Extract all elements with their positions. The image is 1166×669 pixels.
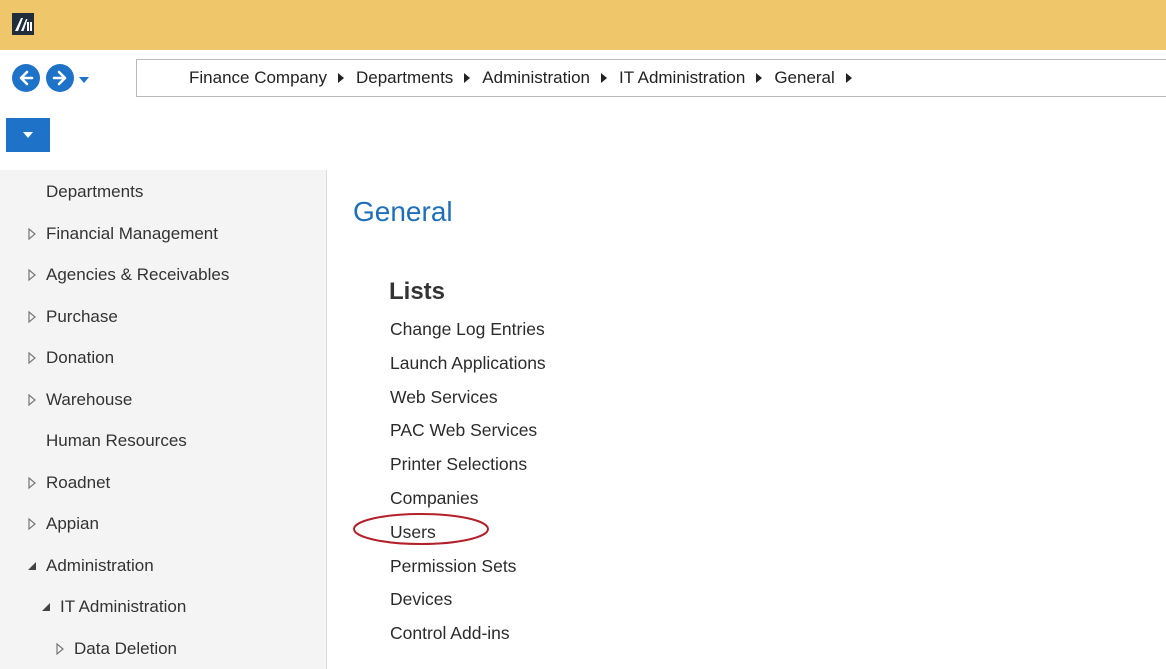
navigation-bar: Finance Company Departments Administrati… (0, 50, 1166, 112)
list-link[interactable]: Printer Selections (390, 454, 527, 475)
sidebar-item[interactable]: IT Administration (0, 592, 326, 622)
main-content: General Lists Change Log Entries Launch A… (327, 170, 1166, 669)
sidebar-item[interactable]: Administration (0, 551, 326, 581)
breadcrumb-item[interactable]: General (774, 68, 834, 88)
breadcrumb-separator-icon[interactable] (845, 73, 852, 83)
sidebar-item-label: Warehouse (46, 389, 133, 409)
collapse-arrow-icon[interactable] (26, 559, 38, 573)
list-link[interactable]: Permission Sets (390, 556, 516, 577)
sidebar-item[interactable]: Warehouse (0, 385, 326, 415)
sidebar-item-label: Departments (46, 182, 144, 201)
breadcrumb-separator-icon[interactable] (601, 73, 608, 83)
sidebar-item-label: Purchase (46, 306, 118, 326)
arrow-left-icon (19, 70, 34, 86)
highlight-oval-annotation (353, 513, 489, 545)
arrow-right-icon (52, 70, 67, 86)
app-logo-icon (12, 13, 34, 35)
address-bar[interactable]: Finance Company Departments Administrati… (136, 59, 1166, 97)
forward-button[interactable] (46, 64, 74, 92)
sidebar-item-label: Human Resources (46, 431, 187, 450)
sidebar-item-label: IT Administration (60, 597, 187, 616)
sidebar-item[interactable]: Roadnet (0, 468, 326, 498)
sidebar-item-label: Administration (46, 555, 154, 575)
breadcrumb-item[interactable]: Administration (482, 68, 590, 88)
history-dropdown-button[interactable] (78, 72, 90, 83)
sidebar-item[interactable]: Data Deletion (0, 634, 326, 664)
list-link[interactable]: Control Add-ins (390, 623, 510, 644)
sidebar-item-label: Data Deletion (74, 638, 178, 658)
back-button[interactable] (12, 64, 40, 92)
expand-arrow-icon[interactable] (26, 310, 38, 324)
breadcrumb-item[interactable]: Departments (356, 68, 453, 88)
sidebar-item[interactable]: Purchase (0, 302, 326, 332)
collapse-arrow-icon[interactable] (40, 600, 52, 614)
sidebar-item-label: Donation (46, 348, 115, 367)
list-link[interactable]: Launch Applications (390, 353, 546, 374)
list-link[interactable]: Web Services (390, 387, 498, 408)
expand-arrow-icon[interactable] (26, 268, 38, 282)
breadcrumb-separator-icon[interactable] (756, 73, 763, 83)
title-bar (0, 0, 1166, 50)
sidebar-item[interactable]: Human Resources (0, 426, 326, 456)
sidebar-item-label: Agencies & Receivables (46, 265, 230, 284)
breadcrumb: Finance Company Departments Administrati… (189, 60, 864, 96)
sidebar-item-label: Roadnet (46, 472, 111, 492)
breadcrumb-separator-icon[interactable] (337, 73, 344, 83)
list-link[interactable]: Change Log Entries (390, 319, 545, 340)
expand-arrow-icon[interactable] (54, 642, 66, 656)
breadcrumb-item[interactable]: Finance Company (189, 68, 327, 88)
sidebar-item-label: Financial Management (46, 223, 218, 243)
expand-arrow-icon[interactable] (26, 476, 38, 490)
page-title: General (353, 196, 453, 227)
sidebar-item-label: Appian (46, 514, 99, 533)
expand-arrow-icon[interactable] (26, 227, 38, 241)
expand-arrow-icon[interactable] (26, 393, 38, 407)
sidebar-item[interactable]: Departments (0, 177, 326, 207)
section-heading-lists: Lists (389, 278, 446, 305)
sidebar-item[interactable]: Agencies & Receivables (0, 260, 326, 290)
sidebar-item[interactable]: Appian (0, 509, 326, 539)
sidebar-item[interactable]: Financial Management (0, 219, 326, 249)
expand-arrow-icon[interactable] (26, 517, 38, 531)
list-link[interactable]: Companies (390, 488, 479, 509)
ribbon-menu-button[interactable] (6, 118, 50, 152)
sidebar-item[interactable]: Donation (0, 343, 326, 373)
list-link[interactable]: Devices (390, 589, 452, 610)
navigation-pane: Departments Financial Management Agencies … (0, 170, 327, 669)
breadcrumb-separator-icon[interactable] (464, 73, 471, 83)
caret-down-icon (79, 77, 89, 83)
list-link[interactable]: PAC Web Services (390, 420, 537, 441)
caret-down-icon (23, 132, 33, 138)
breadcrumb-item[interactable]: IT Administration (619, 68, 745, 88)
expand-arrow-icon[interactable] (26, 351, 38, 365)
